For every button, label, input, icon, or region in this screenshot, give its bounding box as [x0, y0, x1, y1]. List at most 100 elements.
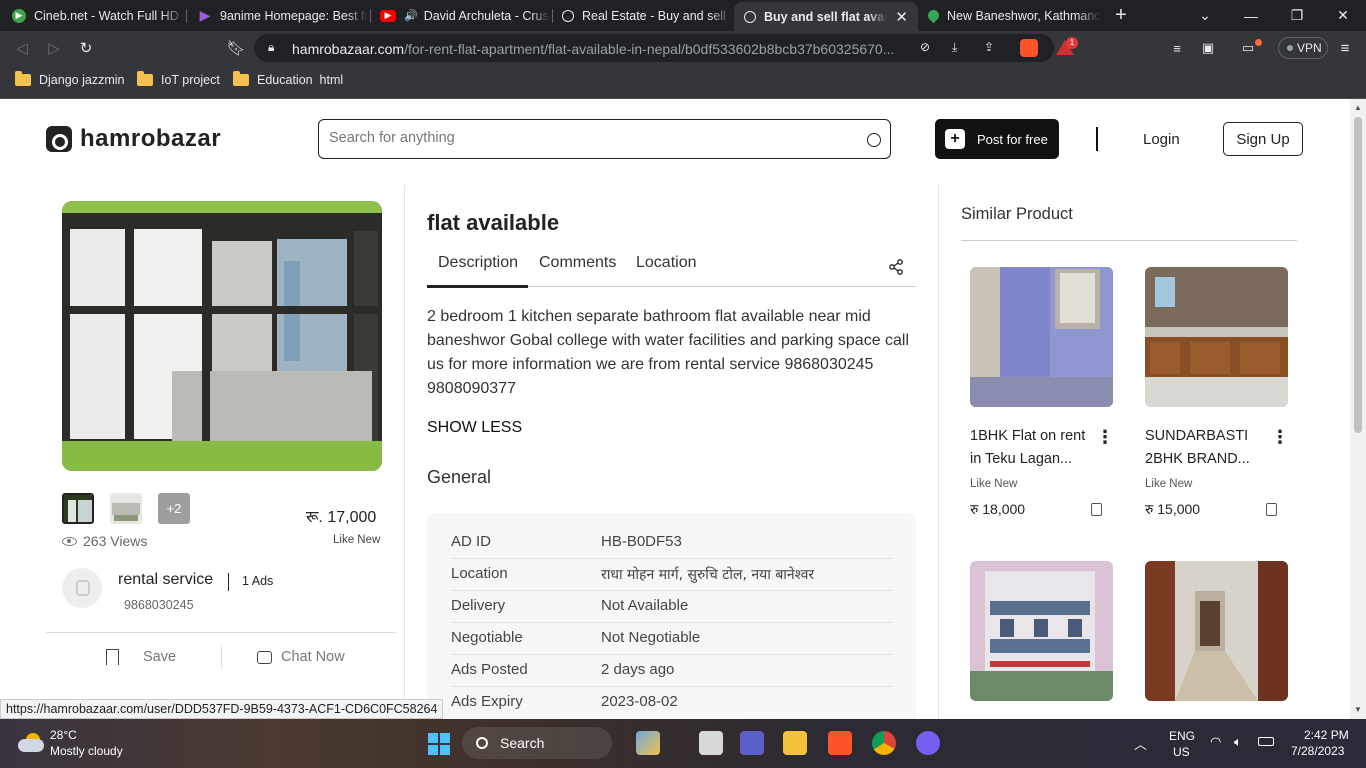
language-label[interactable]: ENG: [1169, 729, 1195, 743]
play-triangle-icon: ▶: [199, 7, 211, 23]
clock-time[interactable]: 2:42 PM: [1304, 728, 1349, 742]
product-price: रु 18,000: [970, 501, 1026, 517]
viber-icon[interactable]: [916, 731, 940, 755]
volume-icon[interactable]: 🔈︎: [1234, 734, 1242, 750]
views-label: 263 Views: [83, 533, 148, 549]
minimize-button[interactable]: —: [1228, 0, 1274, 31]
folder-icon: [233, 71, 249, 86]
close-tab-icon[interactable]: ✕: [895, 8, 908, 26]
widgets-icon[interactable]: [636, 731, 660, 755]
weather-temp[interactable]: 28°C: [50, 728, 77, 742]
close-window-button[interactable]: ✕: [1320, 0, 1366, 31]
chrome-icon[interactable]: [872, 731, 896, 755]
sidebar-icon[interactable]: ▣: [1197, 37, 1219, 59]
info-key: AD ID: [451, 533, 492, 550]
search-icon[interactable]: [867, 133, 881, 147]
page-scrollbar[interactable]: ▲ ▼: [1350, 99, 1366, 719]
tab-comments[interactable]: Comments: [539, 254, 616, 272]
new-tab-button[interactable]: +: [1098, 0, 1144, 31]
info-row: AD ID HB-B0DF53: [451, 527, 893, 559]
blocked-icon[interactable]: ⊘: [920, 40, 930, 54]
brave-browser-icon[interactable]: [828, 731, 852, 755]
region-label[interactable]: US: [1173, 745, 1190, 759]
bookmark-page-icon[interactable]: 🔖︎: [225, 37, 247, 59]
sign-up-button[interactable]: Sign Up: [1223, 122, 1303, 156]
listing-title: flat available: [427, 210, 560, 235]
product-image[interactable]: [970, 267, 1113, 407]
save-product-icon[interactable]: [1091, 503, 1102, 516]
tab-location[interactable]: Location: [636, 254, 697, 272]
browser-tab-9anime[interactable]: ▶ 9anime Homepage: Best fre: [188, 3, 368, 28]
browser-tab-maps[interactable]: New Baneshwor, Kathmand: [918, 3, 1100, 28]
share-page-icon[interactable]: ⇪: [984, 40, 994, 54]
wifi-icon[interactable]: ◠: [1210, 734, 1221, 750]
browser-tab-real-estate[interactable]: Real Estate - Buy and sell Re: [552, 3, 732, 28]
bookmark-iot-project[interactable]: IoT project: [137, 71, 220, 87]
save-button[interactable]: Save: [106, 649, 176, 665]
scrollbar-thumb[interactable]: [1354, 117, 1362, 433]
chat-now-button[interactable]: Chat Now: [257, 649, 345, 665]
scroll-down-arrow-icon[interactable]: ▼: [1354, 705, 1362, 714]
bookmark-education-html[interactable]: Education html: [233, 71, 343, 87]
info-value: राधा मोहन मार्ग, सुरुचि टोल, नया बानेश्व…: [601, 567, 815, 583]
vpn-button[interactable]: VPN: [1278, 37, 1328, 59]
login-link[interactable]: Login: [1143, 131, 1180, 148]
hamrobazar-icon: [562, 9, 574, 22]
teams-icon[interactable]: [740, 731, 764, 755]
bookmark-django-jazzmin[interactable]: Django jazzmin: [15, 71, 124, 87]
product-title[interactable]: SUNDARBASTI 2BHK BRAND...: [1145, 425, 1263, 471]
weather-icon[interactable]: [18, 733, 44, 753]
browser-tab-flat-available[interactable]: Buy and sell flat availab ✕: [734, 2, 918, 31]
tab-description[interactable]: Description: [438, 254, 518, 272]
product-condition: Like New: [970, 478, 1018, 490]
info-row: Ads Expiry 2023-08-02: [451, 687, 893, 719]
battery-icon[interactable]: [1258, 737, 1274, 746]
url-text[interactable]: hamrobazaar.com/for-rent-flat-apartment/…: [292, 41, 912, 57]
file-explorer-icon[interactable]: [783, 731, 807, 755]
more-options-icon[interactable]: ⋮: [1271, 427, 1289, 448]
main-listing-image[interactable]: [62, 201, 382, 471]
save-product-icon[interactable]: [1266, 503, 1277, 516]
search-box[interactable]: [318, 119, 891, 159]
windows-start-icon[interactable]: [428, 733, 450, 755]
taskbar-search[interactable]: Search: [462, 727, 612, 759]
seller-name[interactable]: rental service: [118, 571, 213, 589]
chevron-up-icon[interactable]: ︿: [1134, 734, 1147, 753]
show-less-button[interactable]: SHOW LESS: [427, 419, 522, 437]
restore-button[interactable]: ❐: [1274, 0, 1320, 31]
playlist-icon[interactable]: ≡: [1166, 37, 1188, 59]
menu-icon[interactable]: ≡: [1334, 37, 1356, 59]
back-button[interactable]: ◁: [11, 37, 33, 59]
more-images-button[interactable]: +2: [158, 493, 190, 524]
site-logo[interactable]: hamrobazar: [46, 125, 221, 153]
weather-desc[interactable]: Mostly cloudy: [50, 744, 123, 758]
forward-button[interactable]: ▷: [43, 37, 65, 59]
product-image[interactable]: [1145, 561, 1288, 701]
product-image[interactable]: [970, 561, 1113, 701]
product-image[interactable]: [1145, 267, 1288, 407]
search-input[interactable]: [329, 130, 849, 146]
more-options-icon[interactable]: ⋮: [1096, 427, 1114, 448]
tab-title: Cineb.net - Watch Full HD M: [34, 8, 184, 23]
task-view-icon[interactable]: [699, 731, 723, 755]
post-for-free-button[interactable]: + Post for free: [935, 119, 1059, 159]
install-icon[interactable]: ⤓: [952, 40, 957, 55]
clock-date[interactable]: 7/28/2023: [1291, 744, 1344, 758]
address-bar[interactable]: 🔒︎ hamrobazaar.com/for-rent-flat-apartme…: [254, 34, 1054, 62]
brave-shields-icon[interactable]: [1020, 39, 1038, 57]
thumbnail-1[interactable]: [62, 493, 94, 524]
product-title[interactable]: 1BHK Flat on rent in Teku Lagan...: [970, 425, 1088, 471]
seller-phone: 9868030245: [124, 598, 194, 612]
info-value: 2023-08-02: [601, 693, 678, 710]
thumbnail-2[interactable]: [110, 493, 142, 524]
browser-tab-youtube[interactable]: ▶ 🔊 David Archuleta - Crush: [370, 3, 550, 28]
thumb-image: [64, 495, 92, 522]
browser-tab-cineb[interactable]: ▶ Cineb.net - Watch Full HD M: [2, 3, 184, 28]
info-key: Ads Posted: [451, 661, 528, 678]
reload-button[interactable]: ↻: [75, 37, 97, 59]
tab-search-chevron-icon[interactable]: ⌄: [1182, 0, 1228, 31]
share-icon[interactable]: [888, 259, 904, 275]
maps-pin-icon: [925, 7, 942, 24]
seller-avatar[interactable]: [62, 568, 102, 608]
scroll-up-arrow-icon[interactable]: ▲: [1354, 103, 1362, 112]
